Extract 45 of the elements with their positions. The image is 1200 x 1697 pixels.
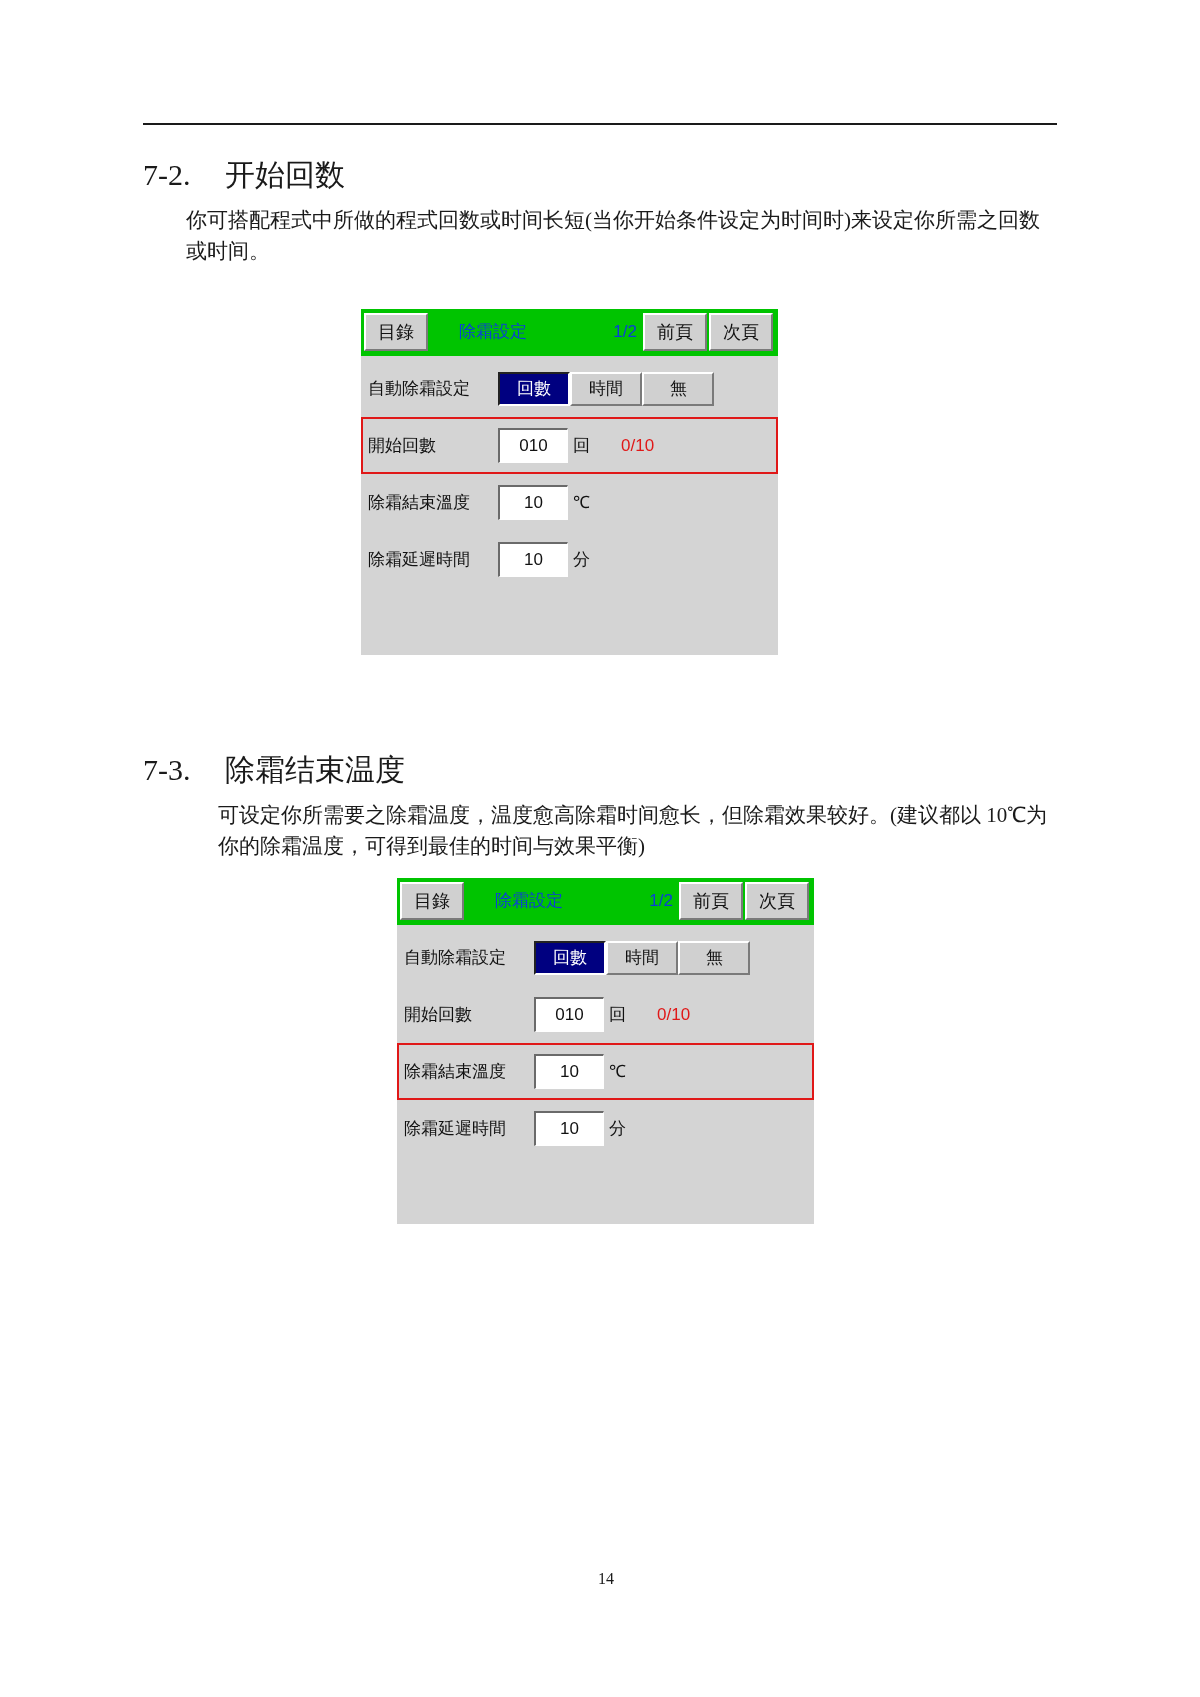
unit-label: 回 — [573, 434, 591, 457]
page-indicator: 1/2 — [649, 890, 673, 912]
field-label: 除霜延遲時間 — [368, 548, 471, 571]
menu-button[interactable]: 目錄 — [364, 313, 428, 351]
page-button[interactable]: 前頁 — [643, 313, 707, 351]
mode-option[interactable]: 無 — [642, 371, 714, 406]
page-indicator: 1/2 — [613, 321, 637, 343]
input-field[interactable]: 010 — [534, 997, 604, 1032]
input-field[interactable]: 10 — [534, 1054, 604, 1089]
unit-label: ℃ — [573, 491, 591, 514]
screen-title: 除霜設定 — [495, 890, 564, 912]
field-label: 自動除霜設定 — [404, 946, 507, 969]
screen-title: 除霜設定 — [459, 321, 528, 343]
input-field[interactable]: 10 — [498, 542, 568, 577]
field-label: 除霜結束溫度 — [404, 1060, 507, 1083]
progress-count: 0/10 — [657, 1003, 691, 1026]
section-number: 7-2. — [143, 156, 192, 193]
body-text: 你可搭配程式中所做的程式回数或时间长短(当你开始条件设定为时间时)来设定你所需之回数或时间。 — [186, 207, 1041, 265]
mode-option[interactable]: 無 — [678, 940, 750, 975]
input-field[interactable]: 10 — [534, 1111, 604, 1146]
unit-label: 分 — [573, 548, 591, 571]
input-field[interactable]: 010 — [498, 428, 568, 463]
mode-option[interactable]: 回數 — [498, 371, 570, 406]
page-button[interactable]: 前頁 — [679, 882, 743, 920]
input-field[interactable]: 10 — [498, 485, 568, 520]
unit-label: ℃ — [609, 1060, 627, 1083]
field-label: 開始回數 — [368, 434, 437, 457]
field-label: 除霜結束溫度 — [368, 491, 471, 514]
field-label: 除霜延遲時間 — [404, 1117, 507, 1140]
mode-option[interactable]: 時間 — [570, 371, 642, 406]
body-text: 可设定你所需要之除霜温度，温度愈高除霜时间愈长，但除霜效果较好。(建议都以 10℃为你的除霜温度，可得到最佳的时间与效果平衡) — [218, 802, 1049, 860]
mode-option[interactable]: 回數 — [534, 940, 606, 975]
page-button[interactable]: 次頁 — [745, 882, 809, 920]
page-button[interactable]: 次頁 — [709, 313, 773, 351]
mode-option[interactable]: 時間 — [606, 940, 678, 975]
page-number: 14 — [598, 1569, 614, 1589]
section-title: 除霜结束温度 — [225, 750, 405, 789]
unit-label: 分 — [609, 1117, 627, 1140]
unit-label: 回 — [609, 1003, 627, 1026]
field-label: 自動除霜設定 — [368, 377, 471, 400]
section-title: 开始回数 — [225, 155, 345, 194]
field-label: 開始回數 — [404, 1003, 473, 1026]
menu-button[interactable]: 目錄 — [400, 882, 464, 920]
progress-count: 0/10 — [621, 434, 655, 457]
section-number: 7-3. — [143, 751, 192, 788]
